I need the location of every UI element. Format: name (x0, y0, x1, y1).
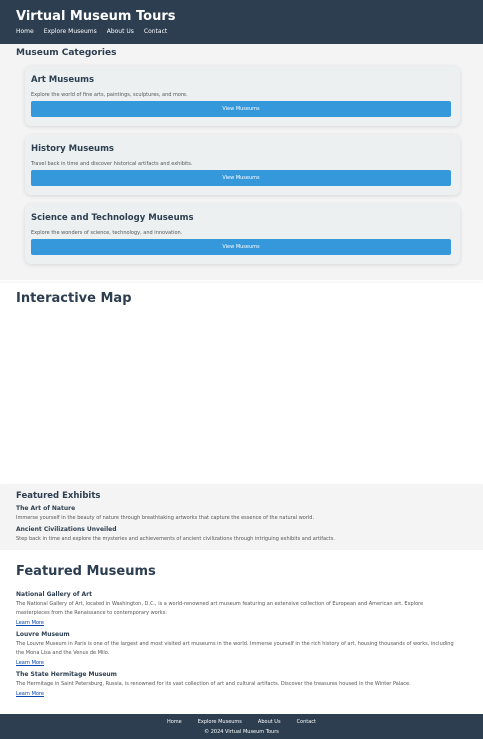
museum-description: The Hermitage in Saint Petersburg, Russi… (16, 681, 411, 687)
interactive-map[interactable] (16, 313, 467, 473)
learn-more-link[interactable]: Learn More (16, 660, 44, 666)
museum-name: National Gallery of Art (16, 591, 92, 598)
categories-heading: Museum Categories (16, 48, 117, 58)
featured-museums-section: Featured Museums National Gallery of Art… (0, 553, 483, 711)
featured-exhibits-section: Featured Exhibits The Art of Nature Imme… (0, 484, 483, 550)
nav-contact-link[interactable]: Contact (144, 28, 167, 35)
category-card-history: History Museums Travel back in time and … (25, 135, 460, 195)
footer-explore-museums-link[interactable]: Explore Museums (198, 719, 242, 725)
category-card-title: History Museums (31, 144, 114, 154)
view-art-museums-button[interactable]: View Museums (31, 101, 451, 117)
category-card-description: Travel back in time and discover histori… (31, 161, 193, 167)
museum-name: The State Hermitage Museum (16, 671, 117, 678)
interactive-map-section: Interactive Map (0, 283, 483, 482)
site-header: Virtual Museum Tours Home Explore Museum… (0, 0, 483, 44)
footer-contact-link[interactable]: Contact (297, 719, 316, 725)
category-card-description: Explore the wonders of science, technolo… (31, 230, 183, 236)
museum-name: Louvre Museum (16, 631, 70, 638)
museum-categories-section: Museum Categories Art Museums Explore th… (0, 44, 483, 280)
exhibit-title: Ancient Civilizations Unveiled (16, 526, 117, 533)
site-title: Virtual Museum Tours (16, 9, 176, 24)
footer-nav: Home Explore Museums About Us Contact (0, 719, 483, 725)
category-card-title: Art Museums (31, 75, 95, 85)
museum-description: The Louvre Museum in Paris is one of the… (16, 641, 454, 656)
exhibit-title: The Art of Nature (16, 505, 76, 512)
learn-more-link[interactable]: Learn More (16, 620, 44, 626)
exhibits-heading: Featured Exhibits (16, 491, 101, 501)
footer-home-link[interactable]: Home (167, 719, 182, 725)
category-card-title: Science and Technology Museums (31, 213, 194, 223)
copyright-text: © 2024 Virtual Museum Tours (204, 729, 279, 735)
exhibit-description: Step back in time and explore the myster… (16, 536, 335, 542)
view-history-museums-button[interactable]: View Museums (31, 170, 451, 186)
footer-about-us-link[interactable]: About Us (258, 719, 281, 725)
main-nav: Home Explore Museums About Us Contact (16, 28, 167, 35)
map-heading: Interactive Map (16, 291, 132, 306)
category-card-art: Art Museums Explore the world of fine ar… (25, 66, 460, 126)
nav-home-link[interactable]: Home (16, 28, 34, 35)
view-science-museums-button[interactable]: View Museums (31, 239, 451, 255)
museums-heading: Featured Museums (16, 564, 156, 579)
nav-about-us-link[interactable]: About Us (107, 28, 134, 35)
learn-more-link[interactable]: Learn More (16, 691, 44, 697)
exhibit-description: Immerse yourself in the beauty of nature… (16, 515, 315, 521)
category-card-description: Explore the world of fine arts, painting… (31, 92, 188, 98)
category-card-science: Science and Technology Museums Explore t… (25, 204, 460, 264)
museum-description: The National Gallery of Art, located in … (16, 601, 424, 616)
nav-explore-museums-link[interactable]: Explore Museums (44, 28, 97, 35)
site-footer: Home Explore Museums About Us Contact © … (0, 714, 483, 739)
